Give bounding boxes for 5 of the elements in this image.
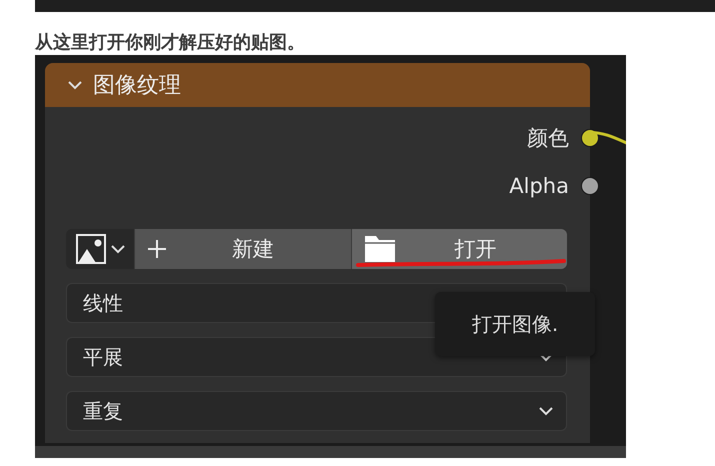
- tooltip: 打开图像.: [435, 292, 595, 356]
- output-label: Alpha: [509, 174, 569, 198]
- caption-text: 从这里打开你刚才解压好的贴图。: [35, 31, 306, 55]
- node-title: 图像纹理: [93, 72, 181, 100]
- output-label: 颜色: [527, 125, 569, 152]
